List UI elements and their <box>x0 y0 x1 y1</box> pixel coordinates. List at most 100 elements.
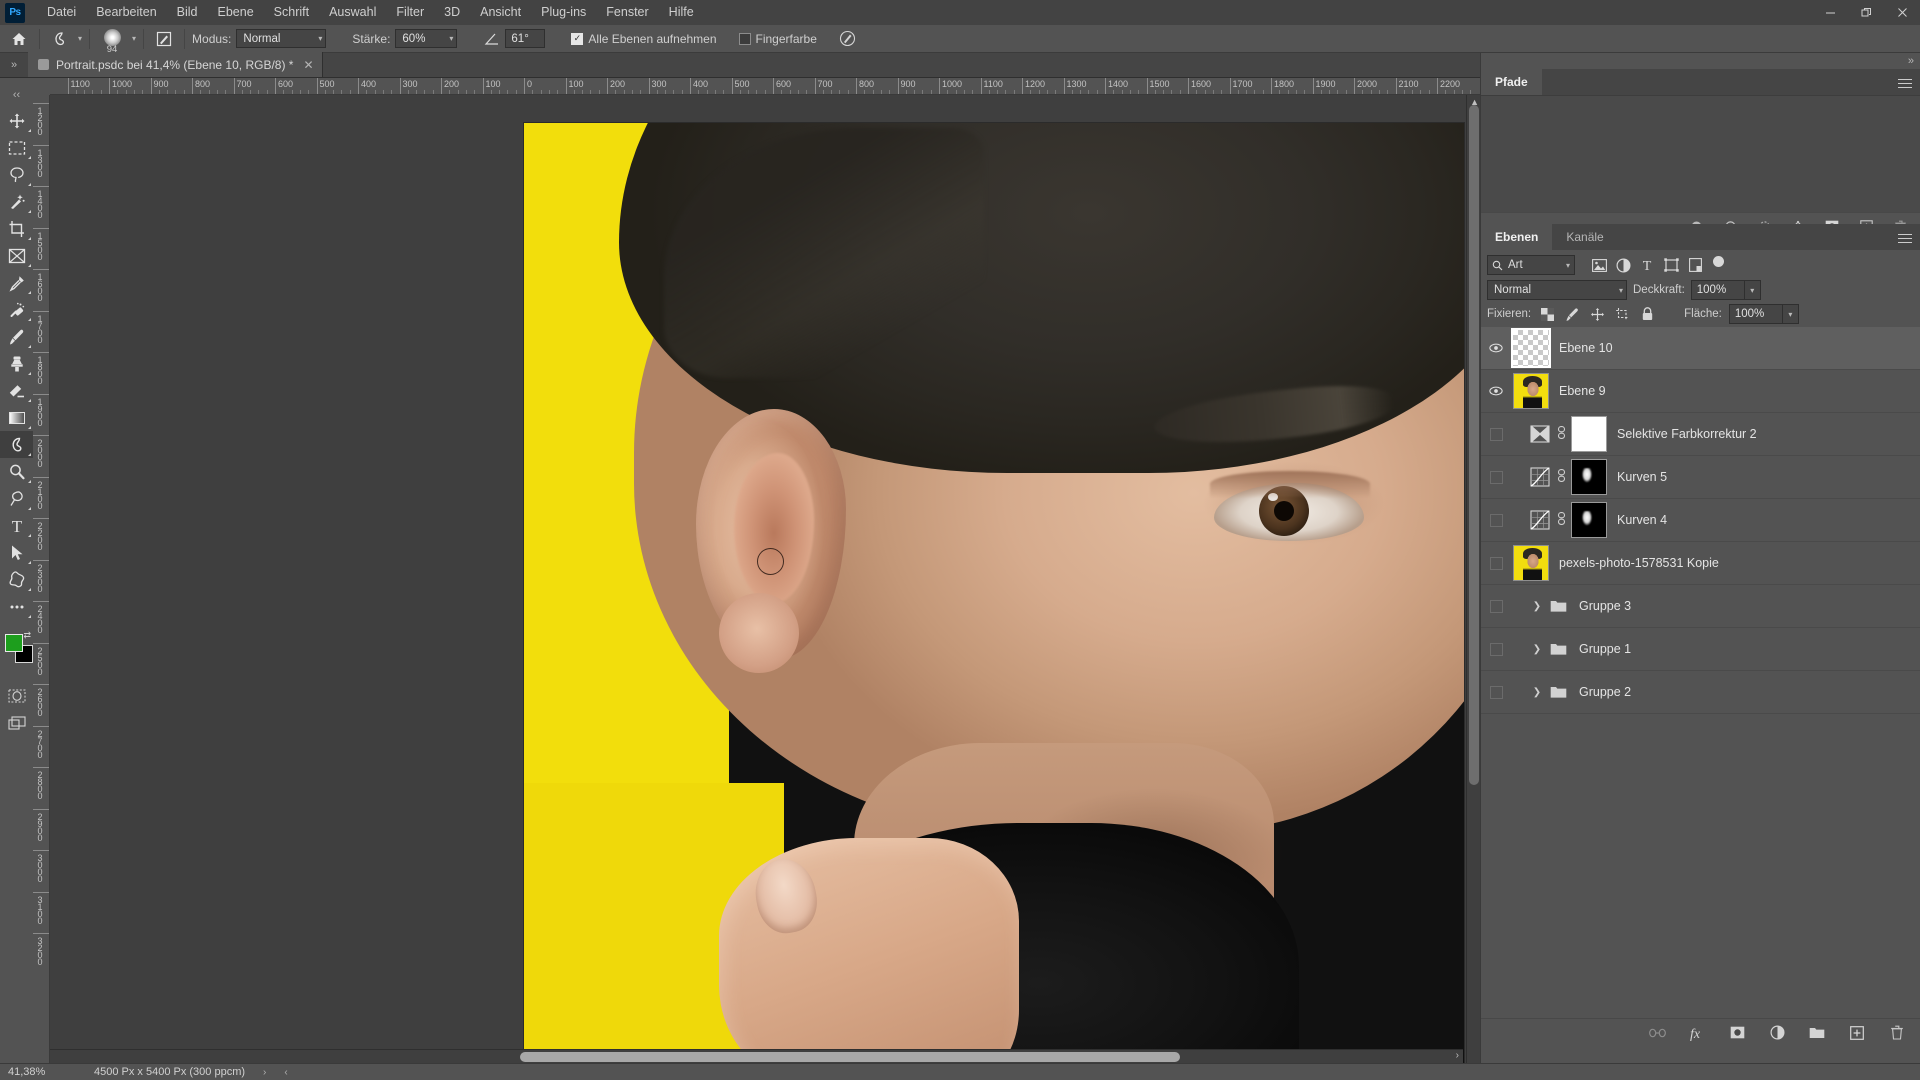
layer-name[interactable]: Gruppe 3 <box>1579 599 1631 613</box>
vertical-scrollbar[interactable]: ▲ <box>1466 95 1480 1063</box>
canvas-viewport[interactable] <box>50 95 1480 1063</box>
layer-row[interactable]: Kurven 5 <box>1481 456 1920 499</box>
zoom-level[interactable]: 41,38% <box>0 1066 66 1078</box>
layer-visibility-toggle-off[interactable] <box>1481 671 1511 714</box>
shape-filter-icon[interactable] <box>1659 254 1683 276</box>
group-expand-arrow[interactable]: ❯ <box>1527 601 1547 612</box>
horizontal-scroll-thumb[interactable] <box>520 1052 1180 1062</box>
eyedropper-tool[interactable] <box>0 269 33 296</box>
document-tab[interactable]: Portrait.psdc bei 41,4% (Ebene 10, RGB/8… <box>28 52 323 77</box>
move-tool[interactable] <box>0 107 33 134</box>
lock-transparency-icon[interactable] <box>1538 305 1556 323</box>
tool-preset-caret[interactable]: ▾ <box>78 34 82 43</box>
clone-stamp-tool[interactable] <box>0 350 33 377</box>
menu-filter[interactable]: Filter <box>386 0 434 25</box>
layer-visibility-toggle-off[interactable] <box>1481 628 1511 671</box>
group-expand-arrow[interactable]: ❯ <box>1527 687 1547 698</box>
more-tools[interactable] <box>0 593 33 620</box>
fill-input[interactable]: 100% <box>1728 304 1783 324</box>
selective-color-icon[interactable] <box>1527 421 1553 447</box>
status-forward-arrow[interactable]: › <box>245 1067 266 1078</box>
minimize-button[interactable] <box>1812 0 1848 25</box>
lock-image-icon[interactable] <box>1563 305 1581 323</box>
panel-menu-icon[interactable] <box>1898 231 1912 246</box>
new-group-icon[interactable] <box>1808 1024 1826 1042</box>
quick-mask-icon[interactable] <box>0 682 33 709</box>
paths-list[interactable] <box>1481 95 1920 212</box>
strength-input[interactable]: 60% ▾ <box>395 29 458 48</box>
layer-name[interactable]: Kurven 4 <box>1617 513 1667 527</box>
sample-all-layers-checkbox[interactable]: ✓ Alle Ebenen aufnehmen <box>571 32 717 46</box>
menu-3d[interactable]: 3D <box>434 0 470 25</box>
tablet-pressure-icon[interactable] <box>835 27 861 51</box>
panel-menu-icon[interactable] <box>1898 76 1912 91</box>
eraser-tool[interactable] <box>0 377 33 404</box>
custom-shape-tool[interactable] <box>0 566 33 593</box>
menu-auswahl[interactable]: Auswahl <box>319 0 386 25</box>
lasso-tool[interactable] <box>0 161 33 188</box>
status-back-arrow[interactable]: ‹ <box>266 1067 287 1078</box>
close-icon[interactable]: ✕ <box>303 58 313 72</box>
layer-visibility-toggle-off[interactable] <box>1481 499 1511 542</box>
tab-ebenen[interactable]: Ebenen <box>1481 224 1553 250</box>
menu-fenster[interactable]: Fenster <box>596 0 658 25</box>
menu-hilfe[interactable]: Hilfe <box>659 0 704 25</box>
type-filter-icon[interactable]: T <box>1635 254 1659 276</box>
brush-preset-picker[interactable]: 94 <box>97 27 127 55</box>
layer-visibility-toggle-on[interactable] <box>1481 327 1511 370</box>
toolbar-expander-icon[interactable]: ‹‹ <box>0 82 33 107</box>
layer-mask-thumbnail[interactable] <box>1571 416 1607 452</box>
finger-paint-checkbox[interactable]: Fingerfarbe <box>738 32 817 46</box>
layer-visibility-toggle-off[interactable] <box>1481 413 1511 456</box>
layer-name[interactable]: Ebene 10 <box>1559 341 1613 355</box>
fill-slider-caret[interactable]: ▾ <box>1782 304 1799 324</box>
dodge-tool[interactable] <box>0 458 33 485</box>
layer-row[interactable]: pexels-photo-1578531 Kopie <box>1481 542 1920 585</box>
layer-row[interactable]: ❯ Gruppe 3 <box>1481 585 1920 628</box>
layer-name[interactable]: Selektive Farbkorrektur 2 <box>1617 427 1757 441</box>
home-icon[interactable] <box>6 27 32 51</box>
frame-tool[interactable] <box>0 242 33 269</box>
horizontal-scrollbar[interactable]: › <box>50 1049 1463 1063</box>
lock-all-icon[interactable] <box>1638 305 1656 323</box>
document-dimensions[interactable]: 4500 Px x 5400 Px (300 ppcm) <box>66 1066 245 1078</box>
link-icon[interactable] <box>1553 512 1569 528</box>
brush-settings-icon[interactable] <box>151 27 177 51</box>
layer-row[interactable]: Kurven 4 <box>1481 499 1920 542</box>
scroll-right-arrow[interactable]: › <box>1456 1050 1459 1061</box>
layer-style-fx-icon[interactable]: fx <box>1688 1024 1706 1042</box>
vertical-scroll-thumb[interactable] <box>1469 105 1479 785</box>
restore-button[interactable] <box>1848 0 1884 25</box>
lock-position-icon[interactable] <box>1588 305 1606 323</box>
brush-preset-caret[interactable]: ▾ <box>132 34 136 43</box>
layer-visibility-toggle-off[interactable] <box>1481 542 1511 585</box>
layer-visibility-toggle-off[interactable] <box>1481 456 1511 499</box>
smudge-tool[interactable] <box>0 431 33 458</box>
layer-thumbnail[interactable] <box>1513 373 1549 409</box>
color-swatches[interactable]: ⇄ <box>0 630 33 668</box>
opacity-input[interactable]: 100% <box>1690 280 1745 300</box>
magic-wand-tool[interactable] <box>0 188 33 215</box>
tab-pfade[interactable]: Pfade <box>1481 69 1542 95</box>
blend-mode-dropdown[interactable]: Normal ▾ <box>236 29 327 48</box>
layer-row[interactable]: ❯ Gruppe 2 <box>1481 671 1920 714</box>
layer-name[interactable]: Ebene 9 <box>1559 384 1606 398</box>
opacity-slider-caret[interactable]: ▾ <box>1744 280 1761 300</box>
group-expand-arrow[interactable]: ❯ <box>1527 644 1547 655</box>
new-adjustment-layer-icon[interactable] <box>1768 1024 1786 1042</box>
smudge-tool-icon[interactable] <box>47 27 73 51</box>
lock-artboard-icon[interactable] <box>1613 305 1631 323</box>
menu-schrift[interactable]: Schrift <box>264 0 319 25</box>
layer-row[interactable]: ❯ Gruppe 1 <box>1481 628 1920 671</box>
tab-kanaele[interactable]: Kanäle <box>1552 224 1618 250</box>
collapse-panels-icon[interactable]: » <box>1908 55 1914 67</box>
layer-name[interactable]: Gruppe 1 <box>1579 642 1631 656</box>
link-icon[interactable] <box>1553 426 1569 442</box>
layer-filter-type-dropdown[interactable]: Art ▾ <box>1487 255 1575 275</box>
layer-list[interactable]: Ebene 10 Ebene 9 Selektive Farbkorrektur 2… <box>1481 327 1920 1018</box>
filter-toggle-icon[interactable] <box>1713 255 1724 267</box>
screen-mode-icon[interactable] <box>0 709 33 736</box>
image-canvas[interactable] <box>524 123 1464 1063</box>
curves-icon[interactable] <box>1527 507 1553 533</box>
brush-tool[interactable] <box>0 323 33 350</box>
